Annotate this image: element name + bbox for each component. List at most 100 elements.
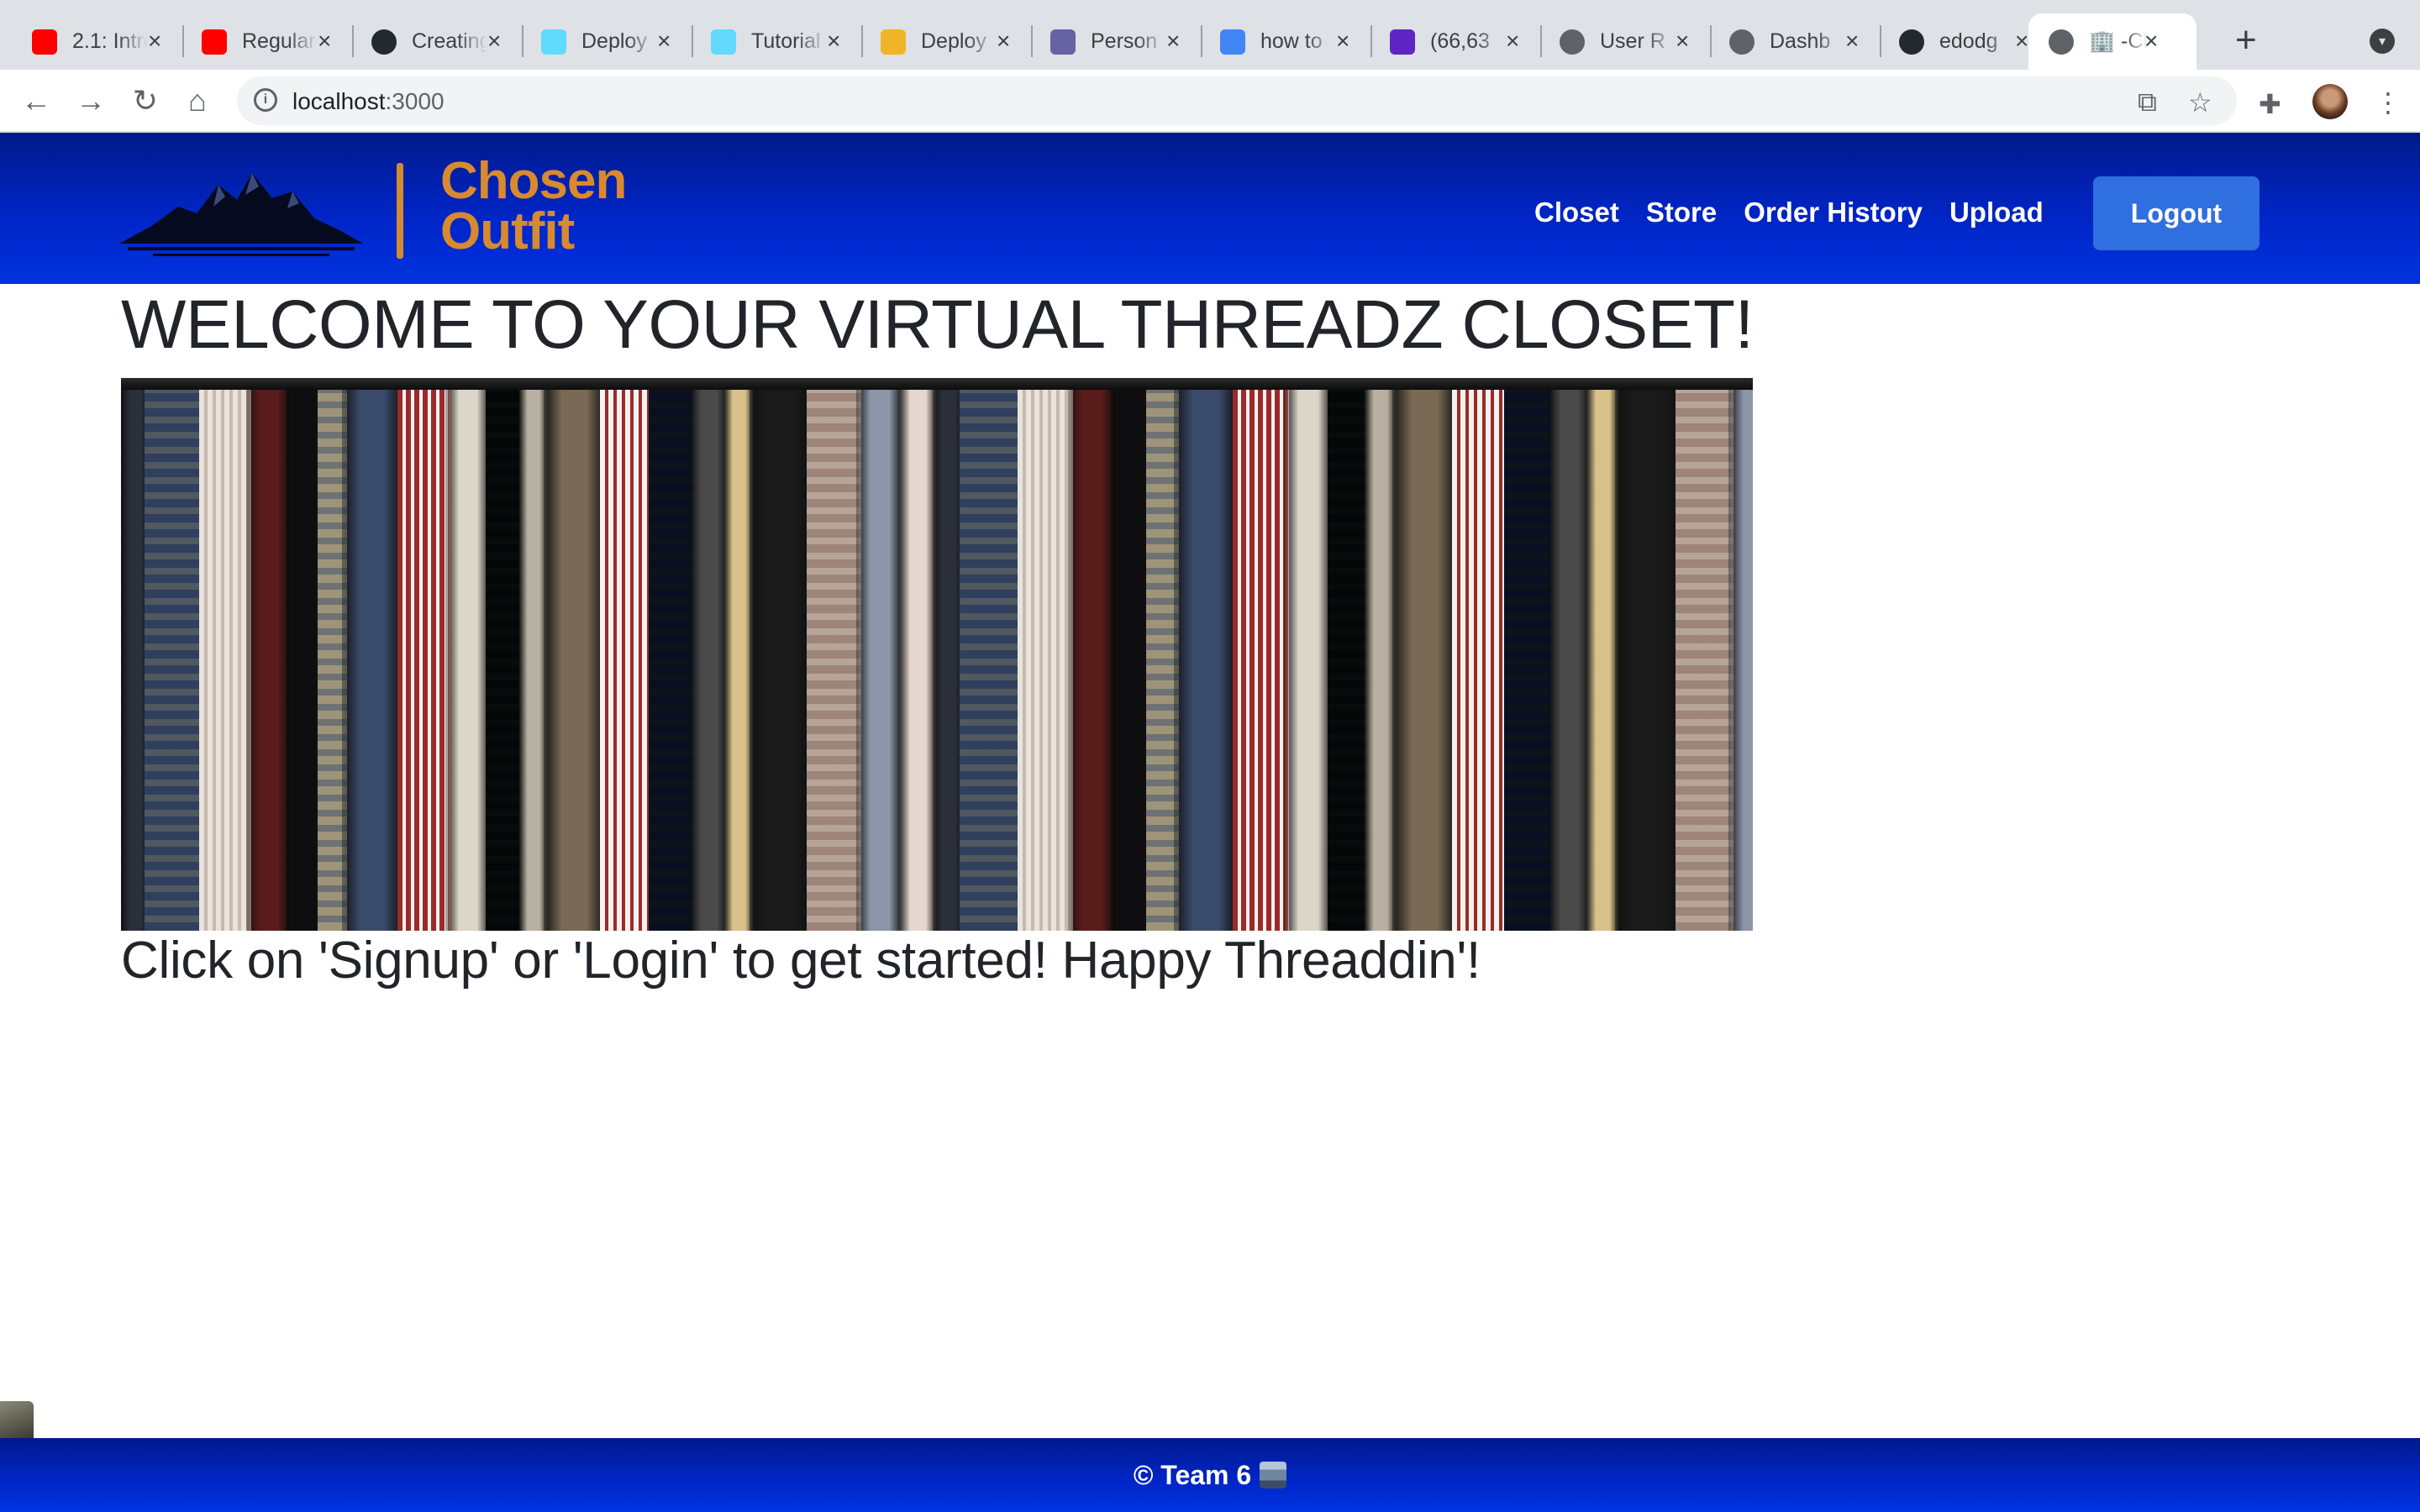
garment: [544, 378, 605, 931]
tab-title: Creating: [412, 29, 487, 53]
browser-tab[interactable]: how to ×: [1188, 13, 1372, 70]
mail-icon: [1390, 29, 1415, 55]
fs-icon: [881, 29, 906, 55]
close-tab-icon[interactable]: ×: [487, 29, 501, 54]
garment: [898, 378, 938, 931]
browser-tab[interactable]: Deploy ×: [849, 13, 1033, 70]
browser-tab[interactable]: User R ×: [1528, 13, 1712, 70]
nav-link-closet[interactable]: Closet: [1534, 197, 1619, 228]
garment: [750, 378, 812, 931]
garment: [1018, 378, 1073, 931]
garment: [960, 378, 1023, 931]
tab-title: how to: [1260, 29, 1323, 53]
tab-title: edodg: [1939, 29, 1998, 53]
home-icon[interactable]: ⌂: [176, 80, 218, 122]
garment: [246, 378, 291, 931]
garment: [856, 378, 903, 931]
tab-title: Dashb: [1770, 29, 1831, 53]
close-tab-icon[interactable]: ×: [1676, 29, 1689, 54]
garment: [649, 378, 695, 931]
logo-line-1: Chosen: [440, 152, 627, 210]
site-footer: © Team 6: [0, 1438, 2420, 1512]
tab-title: Deploy: [581, 29, 647, 53]
menu-kebab-icon[interactable]: ⋮: [2375, 87, 2402, 118]
tab-title: 🏢 -Ch: [2089, 29, 2148, 53]
garment: [397, 378, 450, 931]
nav-link-order-history[interactable]: Order History: [1744, 197, 1923, 228]
globe-icon: [1729, 29, 1754, 55]
garment: [1068, 378, 1116, 931]
browser-tab[interactable]: Regular ×: [170, 13, 354, 70]
logout-button[interactable]: Logout: [2093, 176, 2260, 250]
garment: [1233, 378, 1289, 931]
bookmark-star-icon[interactable]: ☆: [2188, 87, 2212, 118]
close-tab-icon[interactable]: ×: [148, 29, 161, 54]
logo-divider: [397, 163, 403, 259]
extensions-puzzle-icon[interactable]: ✚: [2259, 88, 2281, 120]
browser-tab[interactable]: Dashb ×: [1697, 13, 1881, 70]
close-tab-icon[interactable]: ×: [318, 29, 331, 54]
profile-avatar[interactable]: [2312, 84, 2348, 119]
nav-link-store[interactable]: Store: [1646, 197, 1717, 228]
react-icon: [541, 29, 566, 55]
browser-tab[interactable]: (66,63 ×: [1358, 13, 1542, 70]
garment: [445, 378, 491, 931]
close-tab-icon[interactable]: ×: [1166, 29, 1180, 54]
browser-tab[interactable]: 2.1: Intro ×: [0, 13, 184, 70]
forward-arrow-icon[interactable]: →: [70, 80, 112, 122]
garment: [342, 378, 402, 931]
tab-search-icon[interactable]: ▾: [2370, 29, 2395, 54]
main-nav: Closet Store Order History Upload: [1534, 197, 2070, 228]
garment: [1549, 378, 1591, 931]
brand-logo-text[interactable]: Chosen Outfit: [440, 152, 627, 260]
tab-title: User R: [1600, 29, 1665, 53]
garment: [1284, 378, 1333, 931]
browser-tab-strip: 2.1: Intro × Regular × Creating × Deploy × Tutor…: [0, 0, 2420, 70]
close-tab-icon[interactable]: ×: [827, 29, 840, 54]
address-bar[interactable]: i localhost:3000 ⧉ ☆: [237, 76, 2237, 125]
garment: [1328, 378, 1369, 931]
garment: [600, 378, 654, 931]
footer-text: © Team 6: [1134, 1460, 1287, 1491]
page-title: WELCOME TO YOUR VIRTUAL THREADZ CLOSET!: [121, 286, 1754, 363]
close-tab-icon[interactable]: ×: [2015, 29, 2028, 54]
browser-tab[interactable]: Creating ×: [339, 13, 523, 70]
garment: [145, 378, 204, 931]
browser-tab[interactable]: Deploy ×: [509, 13, 693, 70]
reload-icon[interactable]: ↻: [124, 80, 166, 122]
tab-title: Deploy: [921, 29, 986, 53]
google-icon: [1220, 29, 1245, 55]
react-icon: [711, 29, 736, 55]
garment: [199, 378, 251, 931]
nav-link-upload[interactable]: Upload: [1949, 197, 2044, 228]
back-arrow-icon[interactable]: ←: [15, 80, 57, 122]
globe-icon: [1560, 29, 1585, 55]
tab-title: Tutorial: [751, 29, 821, 53]
close-tab-icon[interactable]: ×: [997, 29, 1010, 54]
site-info-icon[interactable]: i: [254, 88, 277, 112]
tab-title: Person: [1091, 29, 1158, 53]
open-in-app-icon[interactable]: ⧉: [2138, 87, 2157, 118]
mountain-logo-icon[interactable]: [119, 166, 363, 259]
tab-title: (66,63: [1430, 29, 1490, 53]
logo-line-2: Outfit: [440, 202, 575, 260]
browser-tab[interactable]: Person ×: [1018, 13, 1202, 70]
closet-photo: [121, 378, 1753, 931]
garment: [1728, 378, 1753, 931]
close-tab-icon[interactable]: ×: [1506, 29, 1519, 54]
close-tab-icon[interactable]: ×: [1336, 29, 1349, 54]
github-icon: [1899, 29, 1924, 55]
close-tab-icon[interactable]: ×: [657, 29, 671, 54]
browser-tab[interactable]: 🏢 -Ch×: [2028, 13, 2196, 70]
garment: [1676, 378, 1733, 931]
garment: [1452, 378, 1509, 931]
close-tab-icon[interactable]: ×: [1845, 29, 1859, 54]
url-text[interactable]: localhost:3000: [292, 88, 445, 115]
garment: [1392, 378, 1457, 931]
browser-tab[interactable]: Tutorial ×: [679, 13, 863, 70]
new-tab-button[interactable]: +: [2235, 22, 2257, 59]
close-tab-icon[interactable]: ×: [2144, 29, 2158, 54]
browser-tab[interactable]: edodg ×: [1867, 13, 2028, 70]
signup-prompt: Click on 'Signup' or 'Login' to get star…: [121, 932, 1481, 990]
garment: [1615, 378, 1681, 931]
